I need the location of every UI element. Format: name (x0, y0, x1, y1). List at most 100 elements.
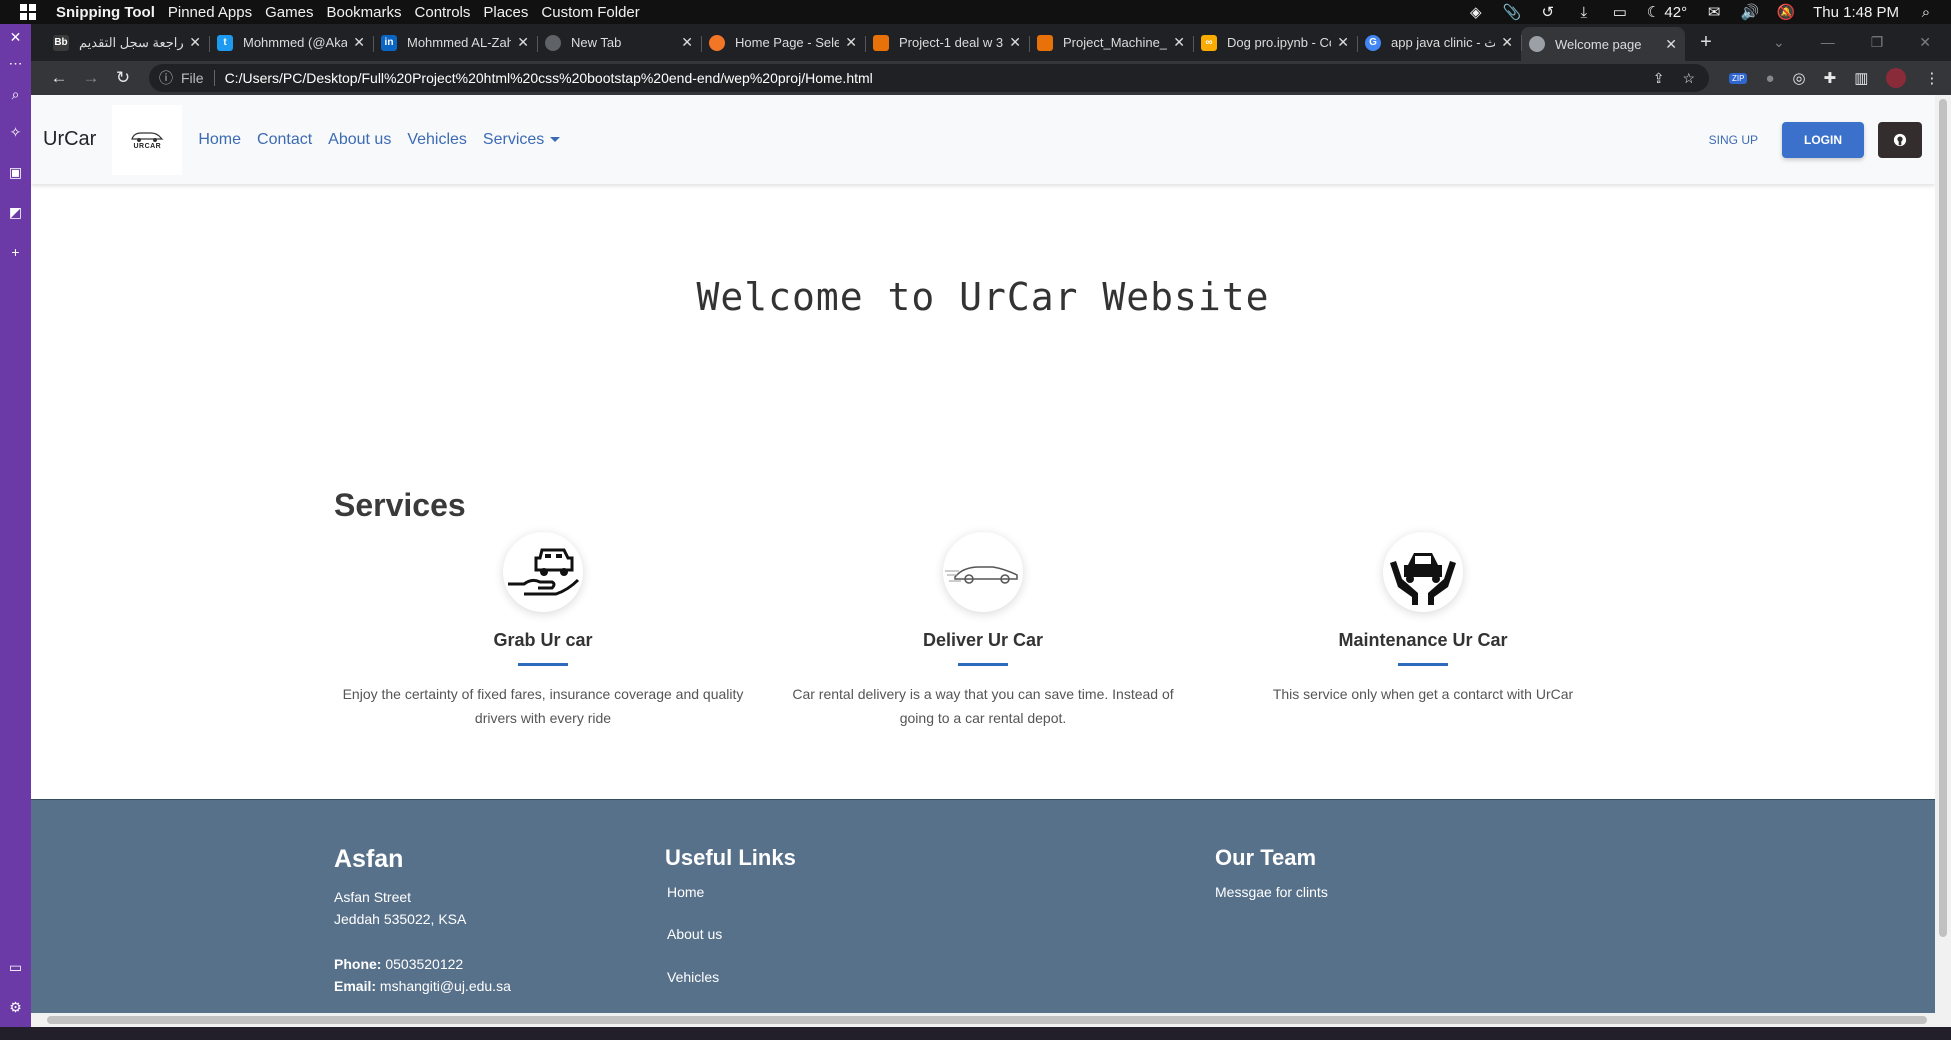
zip-extension-icon[interactable]: ZIP (1729, 72, 1748, 84)
close-tab-icon[interactable]: ✕ (681, 34, 693, 51)
nav-about-us[interactable]: About us (328, 131, 391, 149)
outlook-icon[interactable]: ◩ (0, 192, 31, 232)
browser-tab[interactable]: Project-1 deal w 3 ✕ (865, 28, 1029, 58)
more-icon[interactable]: ⋯ (0, 50, 31, 76)
tab-strip: Bb مراجعة سجل التقديم ✕ t Mohmmed (@Akal ✕ i… (31, 24, 1951, 61)
clock[interactable]: Thu 1:48 PM (1813, 4, 1899, 21)
service-card: Grab Ur car Enjoy the certainty of fixed… (333, 532, 753, 730)
office-icon[interactable]: ▣ (0, 152, 31, 192)
footer-phone: Phone: 0503520122 (334, 956, 464, 972)
os-menu-places[interactable]: Places (483, 4, 528, 21)
speed-car-icon (943, 532, 1023, 612)
close-tab-icon[interactable]: ✕ (1501, 34, 1513, 51)
share-icon[interactable]: ⇪ (1653, 70, 1665, 87)
nav-services-dropdown[interactable]: Services (483, 131, 561, 149)
close-icon[interactable]: ✕ (0, 24, 31, 50)
weather-moon-icon[interactable]: ☾ 42° (1647, 3, 1687, 21)
car-logo-icon (131, 132, 164, 142)
hand-car-icon (503, 532, 583, 612)
minimize-button[interactable]: — (1821, 34, 1835, 51)
download-icon[interactable]: ⤓ (1575, 4, 1593, 21)
hands-car-icon (1383, 532, 1463, 612)
close-tab-icon[interactable]: ✕ (189, 34, 201, 51)
sparkle-icon[interactable]: ✧ (0, 112, 31, 152)
close-tab-icon[interactable]: ✕ (1665, 36, 1677, 53)
screen-icon[interactable]: ▭ (0, 954, 31, 980)
browser-tab[interactable]: ∞ Dog pro.ipynb - Co ✕ (1193, 28, 1357, 58)
windows-start-icon[interactable] (0, 4, 56, 20)
volume-icon[interactable]: 🔊 (1741, 4, 1760, 21)
browser-tab[interactable]: New Tab ✕ (537, 28, 701, 58)
service-divider (1398, 663, 1448, 666)
footer-link-about-us[interactable]: About us (667, 926, 722, 942)
kebab-menu-icon[interactable]: ⋮ (1924, 69, 1939, 87)
scroll-thumb[interactable] (1939, 99, 1947, 937)
display-icon[interactable]: ▭ (1611, 4, 1629, 21)
close-window-button[interactable]: ✕ (1919, 34, 1931, 51)
add-icon[interactable]: + (0, 232, 31, 272)
footer-link-vehicles[interactable]: Vehicles (667, 969, 719, 985)
new-tab-button[interactable]: + (1691, 31, 1721, 54)
browser-tab[interactable]: t Mohmmed (@Akal ✕ (209, 28, 373, 58)
signup-button[interactable]: SING UP (1709, 133, 1758, 147)
history-icon[interactable]: ↺ (1539, 4, 1557, 21)
restore-button[interactable]: ❐ (1871, 34, 1884, 51)
browser-tab[interactable]: Gapp java clinic - بحث✕ (1357, 28, 1521, 58)
os-menu-bookmarks[interactable]: Bookmarks (326, 4, 401, 21)
browser-tab-active[interactable]: Welcome page ✕ (1521, 27, 1685, 61)
notifications-off-icon[interactable]: 🔕 (1777, 4, 1796, 21)
nav-contact[interactable]: Contact (257, 131, 312, 149)
footer-link-home[interactable]: Home (667, 884, 704, 900)
profile-avatar[interactable] (1886, 68, 1907, 88)
scroll-thumb[interactable] (47, 1016, 1927, 1024)
gear-icon[interactable]: ⚙ (0, 994, 31, 1020)
search-icon[interactable]: ⌕ (1917, 4, 1935, 21)
sidebar-rail: ✕ ⋯ ⌕ ✧ ▣ ◩ + ▭ ⚙ (0, 24, 31, 1040)
service-name: Maintenance Ur Car (1338, 630, 1508, 650)
os-menu-controls[interactable]: Controls (415, 4, 471, 21)
reload-button[interactable]: ↻ (107, 68, 139, 88)
close-tab-icon[interactable]: ✕ (1009, 34, 1021, 51)
browser-tab[interactable]: Bb مراجعة سجل التقديم ✕ (45, 28, 209, 58)
browser-tab[interactable]: Home Page - Selec ✕ (701, 28, 865, 58)
browser-tab[interactable]: in Mohmmed AL-Zah ✕ (373, 28, 537, 58)
nav-home[interactable]: Home (198, 131, 241, 149)
forward-button[interactable]: → (75, 68, 107, 88)
site-footer: Asfan Asfan Street Jeddah 535022, KSA Ph… (31, 799, 1935, 1013)
os-menu-pinned-apps[interactable]: Pinned Apps (168, 4, 252, 21)
github-button[interactable] (1878, 121, 1922, 158)
info-icon[interactable]: ⓘ (159, 68, 173, 88)
close-tab-icon[interactable]: ✕ (517, 34, 529, 51)
glasses-extension-icon[interactable]: ◎ (1793, 69, 1806, 87)
service-description: Enjoy the certainty of fixed fares, insu… (342, 686, 744, 726)
puzzle-icon[interactable]: ✚ (1824, 69, 1837, 87)
horizontal-scrollbar[interactable] (31, 1013, 1951, 1027)
os-menu-games[interactable]: Games (265, 4, 313, 21)
our-team-heading: Our Team (1215, 845, 1317, 870)
close-tab-icon[interactable]: ✕ (1173, 34, 1185, 51)
browser-tab[interactable]: Project_Machine_le ✕ (1029, 28, 1193, 58)
bookmark-star-icon[interactable]: ☆ (1682, 70, 1695, 87)
os-menu-custom-folder[interactable]: Custom Folder (541, 4, 639, 21)
chevron-down-icon[interactable]: ⌄ (1773, 34, 1785, 51)
paperclip-icon[interactable]: 📎 (1502, 4, 1521, 21)
side-panel-icon[interactable]: ▥ (1854, 69, 1868, 87)
nav-vehicles[interactable]: Vehicles (407, 131, 467, 149)
brand-name[interactable]: UrCar (43, 128, 96, 151)
url-text[interactable]: C:/Users/PC/Desktop/Full%20Project%20htm… (225, 70, 873, 86)
vertical-scrollbar[interactable] (1935, 95, 1951, 1013)
taskbar (0, 1027, 1951, 1040)
close-tab-icon[interactable]: ✕ (1337, 34, 1349, 51)
mail-icon[interactable]: ✉ (1705, 4, 1723, 21)
back-button[interactable]: ← (43, 68, 75, 88)
close-tab-icon[interactable]: ✕ (845, 34, 857, 51)
search-icon[interactable]: ⌕ (0, 76, 31, 112)
service-divider (958, 663, 1008, 666)
address-bar[interactable]: ⓘ File C:/Users/PC/Desktop/Full%20Projec… (149, 64, 1709, 92)
close-tab-icon[interactable]: ✕ (353, 34, 365, 51)
extension-icon[interactable]: ● (1765, 70, 1774, 87)
brand-logo[interactable]: URCAR (112, 104, 183, 175)
network-icon[interactable]: ◈ (1467, 4, 1485, 21)
login-button[interactable]: LOGIN (1782, 121, 1864, 158)
os-menu-snipping-tool[interactable]: Snipping Tool (56, 4, 155, 21)
